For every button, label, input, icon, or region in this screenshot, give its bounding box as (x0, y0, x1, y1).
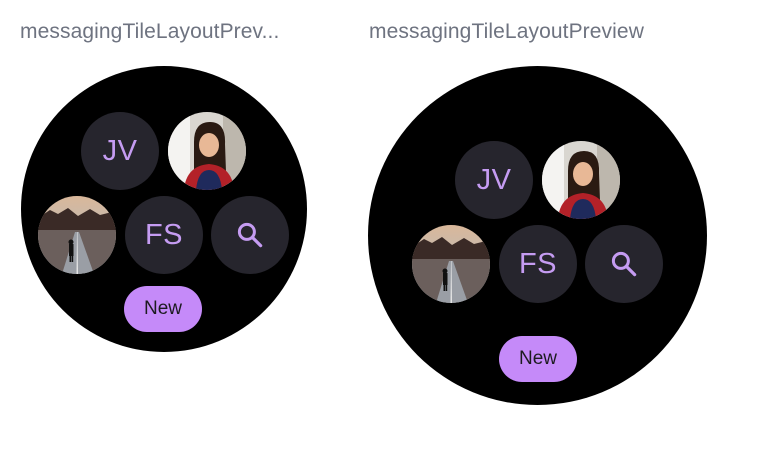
road-photo-icon (412, 225, 490, 303)
contact-initials: JV (102, 134, 138, 167)
contact-tile-jv[interactable]: JV (455, 141, 533, 219)
contact-initials: FS (518, 247, 558, 280)
road-photo-icon (38, 196, 116, 274)
search-icon (611, 251, 637, 277)
new-message-button[interactable]: New (499, 336, 577, 382)
search-button[interactable] (585, 225, 663, 303)
contact-tile-fs[interactable]: FS (499, 225, 577, 303)
contact-avatar-photo[interactable] (542, 141, 620, 219)
contact-avatar-photo[interactable] (168, 112, 246, 190)
search-icon (237, 222, 263, 248)
avatar-photo-icon (168, 112, 246, 190)
new-message-button[interactable]: New (124, 286, 202, 332)
preview-title: messagingTileLayoutPreview (369, 20, 644, 43)
watch-face: JV FS New (368, 66, 707, 405)
contact-tile-jv[interactable]: JV (81, 112, 159, 190)
avatar-photo-icon (542, 141, 620, 219)
contact-road-photo[interactable] (38, 196, 116, 274)
contact-initials: FS (144, 218, 184, 251)
new-message-button-label: New (143, 298, 182, 319)
watch-face: JV FS New (21, 66, 307, 352)
contact-road-photo[interactable] (412, 225, 490, 303)
preview-title: messagingTileLayoutPrev... (20, 20, 280, 43)
contact-tile-fs[interactable]: FS (125, 196, 203, 274)
new-message-button-label: New (518, 348, 557, 369)
search-button[interactable] (211, 196, 289, 274)
contact-initials: JV (476, 163, 512, 196)
